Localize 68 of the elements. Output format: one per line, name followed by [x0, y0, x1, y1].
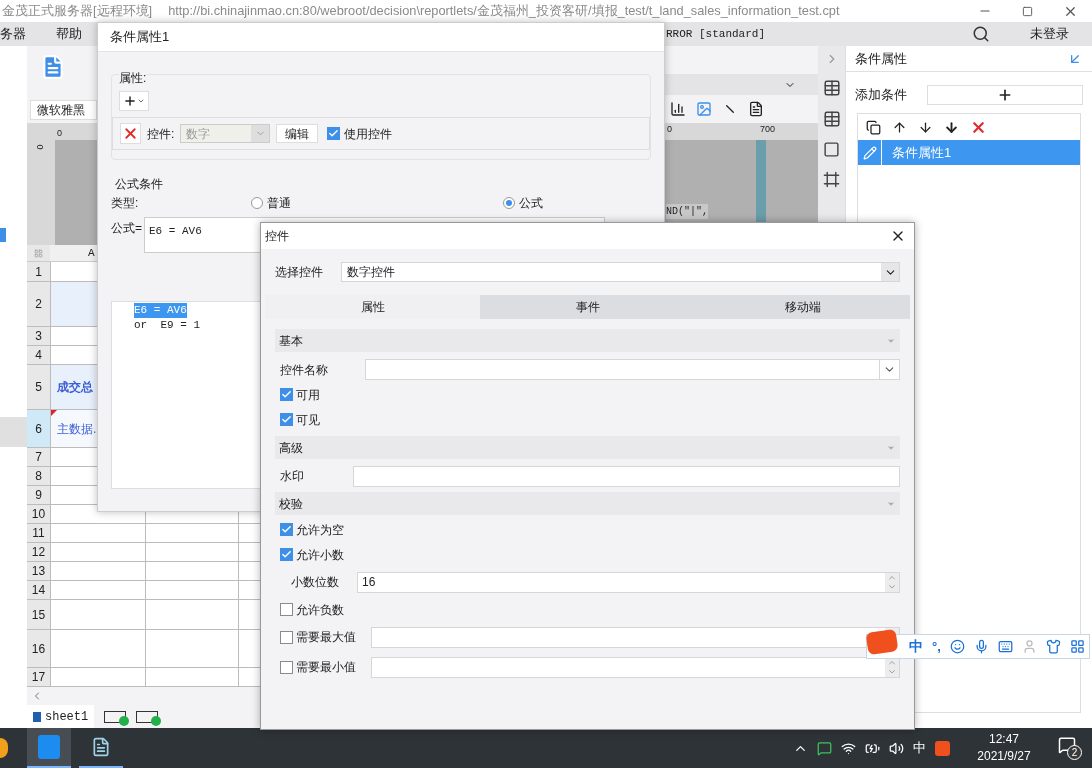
row-header[interactable]: 5 [27, 365, 50, 409]
add-label: 添加条件 [855, 86, 908, 105]
checkbox-label: 可见 [296, 411, 320, 429]
row-header[interactable]: 8 [27, 467, 50, 485]
menu-item[interactable]: 务器 [0, 24, 26, 44]
radio-label: 普通 [267, 195, 291, 212]
group-title: 公式条件 [114, 176, 164, 193]
field-label: 选择控件 [275, 264, 324, 281]
row-header[interactable]: 16 [27, 630, 50, 667]
app-title: 金茂正式服务器[远程环境] [1, 2, 153, 21]
row-header[interactable]: 11 [27, 524, 50, 542]
row-header[interactable]: 9 [27, 486, 50, 504]
row-header[interactable]: 12 [27, 543, 50, 561]
section-header[interactable]: 基本 [275, 329, 900, 352]
file-path: http://bi.chinajinmao.cn:80/webroot/decision\reportlets/金茂福州_投资客研/填报_test/t_land_sales_information_test.cpt [167, 2, 840, 21]
cell-text: 主数据. [57, 420, 97, 438]
condition-line[interactable]: or E9 = 1 [134, 318, 200, 333]
checkbox-label: 可用 [296, 386, 320, 404]
row-header[interactable]: 10 [27, 505, 50, 523]
ime-mode[interactable]: 中 [909, 636, 923, 657]
field-label: 水印 [280, 468, 305, 485]
checkbox-label: 允许小数 [296, 546, 344, 564]
row-header[interactable]: 17 [27, 668, 50, 686]
menu-item[interactable]: 帮助 [56, 24, 82, 44]
row-header[interactable]: 6 [27, 410, 50, 447]
row-header[interactable]: 14 [27, 581, 50, 599]
login-link[interactable]: 未登录 [1030, 24, 1070, 44]
section-header[interactable]: 校验 [275, 492, 900, 515]
ruler-label: 700 [760, 123, 776, 136]
punctuation-mode[interactable]: °, [932, 636, 941, 657]
panel-title: 条件属性 [855, 49, 907, 68]
ruler-label: 0 [36, 144, 46, 150]
tab[interactable]: 移动端 [695, 295, 910, 319]
checkbox-label: 使用控件 [344, 125, 393, 143]
field-label: 公式= [111, 220, 143, 237]
checkbox-label: 需要最小值 [296, 659, 357, 676]
ime-indicator[interactable]: 中 [913, 738, 926, 758]
status-text: RROR [standard] [666, 26, 766, 42]
row-header[interactable]: 15 [27, 600, 50, 629]
checkbox-label: 需要最大值 [296, 629, 357, 646]
row-header[interactable]: 13 [27, 562, 50, 580]
row-header[interactable]: 4 [27, 346, 50, 364]
dialog-title: 控件 [265, 228, 289, 245]
widget-type-select[interactable]: 数字控件 [341, 262, 900, 282]
section-header[interactable]: 高级 [275, 436, 900, 459]
row-header[interactable]: 2 [27, 282, 50, 326]
tab[interactable]: 事件 [480, 295, 695, 319]
row-header[interactable]: 7 [27, 448, 50, 466]
field-label: 控件名称 [280, 361, 329, 379]
row-header[interactable]: 3 [27, 327, 50, 345]
radio-label: 公式 [519, 195, 543, 212]
checkbox-label: 允许负数 [296, 601, 344, 619]
field-label: 类型: [111, 195, 140, 212]
notification-badge: 2 [1067, 745, 1082, 760]
group-title: 属性: [119, 69, 147, 87]
dialog-title: 条件属性1 [110, 28, 170, 47]
font-field[interactable]: 微软雅黑 [30, 100, 97, 120]
sheet-tab[interactable]: sheet1 [27, 705, 95, 728]
row-header[interactable]: 1 [27, 262, 50, 281]
cell-text: 成交总 [57, 379, 93, 396]
edit-button[interactable]: 编辑 [276, 124, 319, 143]
formula-text: ND("|", [666, 204, 708, 219]
ruler-label: 0 [57, 126, 62, 140]
ruler-label: 0 [667, 123, 672, 136]
clock[interactable]: 12:47 2021/9/27 [959, 731, 1049, 765]
field-label: 控件: [147, 125, 175, 143]
field-label: 小数位数 [291, 574, 340, 591]
checkbox-label: 允许为空 [296, 521, 344, 539]
